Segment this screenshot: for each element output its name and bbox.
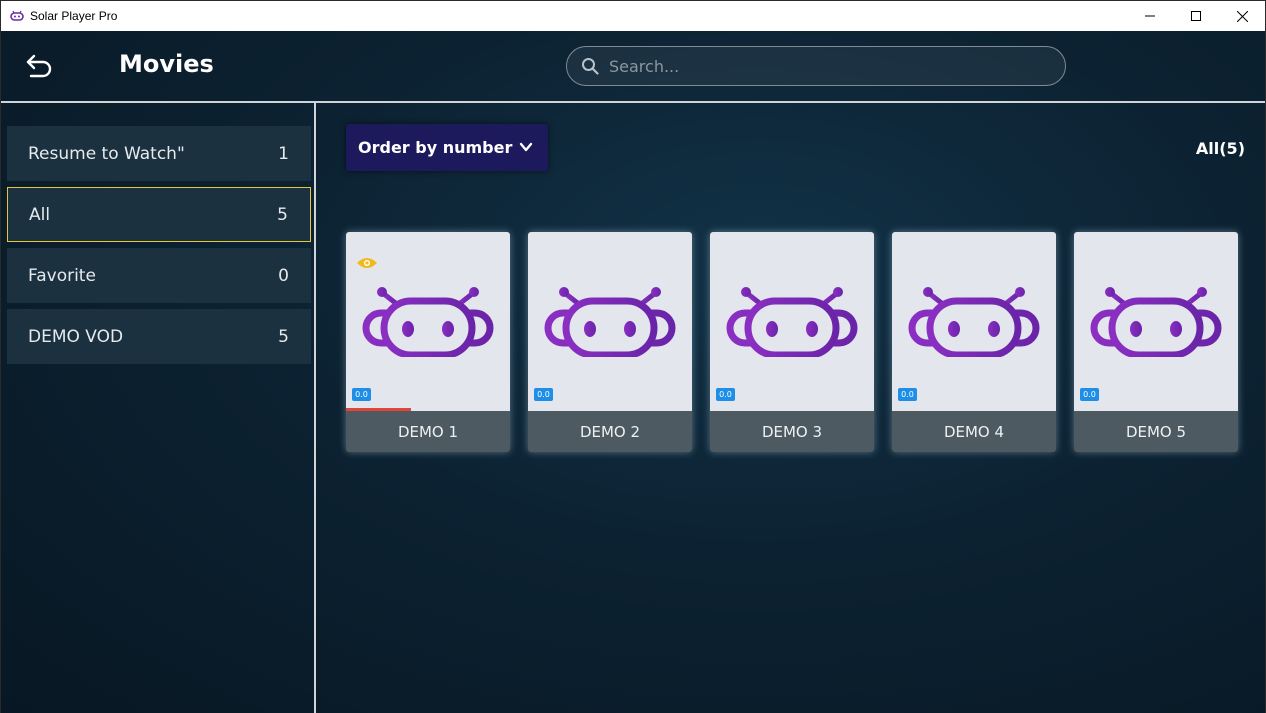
search-input[interactable] [609,56,1049,76]
page-header: Movies [1,31,1265,102]
window-controls [1127,1,1265,31]
movie-card[interactable]: 0.0 DEMO 5 [1074,232,1238,452]
window-title-bar: Solar Player Pro [0,0,1266,31]
sidebar-item-demo-vod[interactable]: DEMO VOD 5 [7,309,311,364]
minimize-icon [1145,15,1155,17]
rating-badge: 0.0 [1080,388,1099,401]
window-title: Solar Player Pro [30,9,118,23]
eye-icon [357,258,377,268]
sidebar-item-all[interactable]: All 5 [7,187,311,242]
robot-logo-icon [544,287,676,357]
movie-title: DEMO 5 [1074,411,1238,452]
category-count: 5 [278,326,289,347]
rating-badge: 0.0 [898,388,917,401]
sidebar-item-resume[interactable]: Resume to Watch" 1 [7,126,311,181]
app-content: Movies Resume to Watch" 1 All 5 Favorite… [0,31,1266,713]
rating-badge: 0.0 [352,388,371,401]
order-dropdown[interactable]: Order by number [346,124,548,171]
movie-title: DEMO 2 [528,411,692,452]
movie-card[interactable]: 0.0 DEMO 4 [892,232,1056,452]
category-label: Favorite [28,265,96,286]
sidebar-item-favorite[interactable]: Favorite 0 [7,248,311,303]
search-icon [580,56,600,76]
app-logo-icon [9,8,25,24]
back-button[interactable] [23,51,57,81]
movie-thumbnail: 0.0 [1074,232,1238,411]
robot-logo-icon [726,287,858,357]
movie-thumbnail: 0.0 [710,232,874,411]
category-label: DEMO VOD [28,326,124,347]
robot-logo-icon [908,287,1040,357]
chevron-down-icon [519,142,533,152]
movie-thumbnail: 0.0 [528,232,692,411]
page-title: Movies [119,50,214,78]
movie-thumbnail: 0.0 [892,232,1056,411]
result-count: All(5) [1195,139,1245,158]
maximize-icon [1191,11,1201,21]
category-count: 1 [278,143,289,164]
robot-logo-icon [362,287,494,357]
category-sidebar: Resume to Watch" 1 All 5 Favorite 0 DEMO… [1,103,316,713]
close-icon [1236,10,1248,22]
search-box[interactable] [566,46,1066,86]
back-arrow-icon [26,54,52,78]
category-label: All [29,204,51,225]
maximize-button[interactable] [1173,1,1219,31]
category-count: 0 [278,265,289,286]
movie-card[interactable]: 0.0 DEMO 1 [346,232,510,452]
rating-badge: 0.0 [534,388,553,401]
category-label: Resume to Watch" [28,143,185,164]
category-count: 5 [277,204,288,225]
close-button[interactable] [1219,1,1265,31]
movie-card[interactable]: 0.0 DEMO 3 [710,232,874,452]
movie-title: DEMO 4 [892,411,1056,452]
rating-badge: 0.0 [716,388,735,401]
movie-thumbnail: 0.0 [346,232,510,411]
minimize-button[interactable] [1127,1,1173,31]
movie-card[interactable]: 0.0 DEMO 2 [528,232,692,452]
robot-logo-icon [1090,287,1222,357]
order-label: Order by number [358,138,513,157]
movie-title: DEMO 1 [346,411,510,452]
movie-title: DEMO 3 [710,411,874,452]
